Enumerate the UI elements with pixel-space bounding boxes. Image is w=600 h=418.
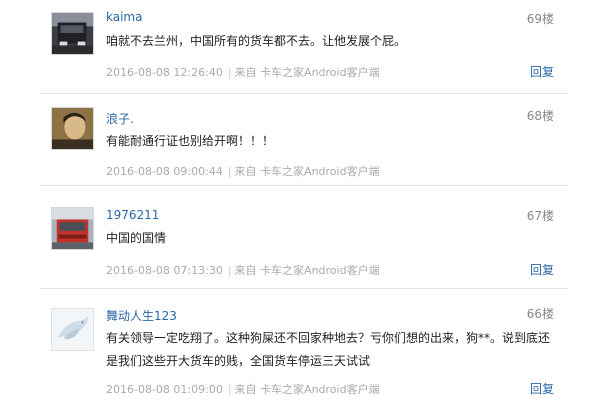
user-avatar[interactable] [51,107,94,150]
floor-number: 68楼 [526,109,554,123]
comment-text: 有能耐通行证也别给开啊！！！ [106,134,275,148]
comment-item: 浪子. 68楼 有能耐通行证也别给开啊！！！ 2016-08-08 09:00:… [40,93,568,186]
floor-number: 67楼 [526,209,554,223]
comment-text: 咱就不去兰州，中国所有的货车都不去。让他发展个屁。 [106,34,407,48]
comment-meta: 2016-08-08 01:09:00 | 来自 卡车之家Android客户端 [106,381,380,397]
floor-number: 66楼 [526,307,554,321]
person-photo-icon [52,108,93,149]
meta-separator: | [227,383,232,396]
username-link[interactable]: 浪子. [106,110,134,127]
timestamp: 2016-08-08 07:13:30 [106,264,223,277]
source-label: 来自 卡车之家Android客户端 [234,165,380,178]
reply-button[interactable]: 回复 [530,380,554,397]
user-avatar[interactable] [51,308,94,351]
username-link[interactable]: 舞动人生123 [106,307,177,324]
red-truck-icon [52,208,93,249]
comment-meta: 2016-08-08 09:00:44 | 来自 卡车之家Android客户端 [106,163,380,179]
comment-meta: 2016-08-08 07:13:30 | 来自 卡车之家Android客户端 [106,262,380,278]
source-label: 来自 卡车之家Android客户端 [234,383,380,396]
comment-text: 中国的国情 [106,231,167,245]
comment-item: 1976211 67楼 中国的国情 2016-08-08 07:13:30 | 来自… [40,185,568,289]
timestamp: 2016-08-08 12:26:40 [106,66,223,79]
user-avatar[interactable] [51,12,94,55]
username-link[interactable]: 1976211 [106,208,159,222]
username-link[interactable]: kaima [106,10,142,24]
comment-item: 舞动人生123 66楼 有关领导一定吃翔了。这种狗屎还不回家种地去？亏你们想的出… [40,288,568,418]
timestamp: 2016-08-08 09:00:44 [106,165,223,178]
source-label: 来自 卡车之家Android客户端 [234,264,380,277]
default-bird-icon [52,309,93,350]
comment-item: kaima 69楼 咱就不去兰州，中国所有的货车都不去。让他发展个屁。 2016… [40,6,568,94]
reply-button[interactable]: 回复 [530,261,554,278]
meta-separator: | [227,66,232,79]
meta-separator: | [227,264,232,277]
timestamp: 2016-08-08 01:09:00 [106,383,223,396]
truck-photo-icon [52,13,93,54]
comment-text: 有关领导一定吃翔了。这种狗屎还不回家种地去？亏你们想的出来，狗**。说到底还是我… [106,331,551,368]
user-avatar[interactable] [51,207,94,250]
meta-separator: | [227,165,232,178]
comment-meta: 2016-08-08 12:26:40 | 来自 卡车之家Android客户端 [106,64,380,80]
source-label: 来自 卡车之家Android客户端 [234,66,380,79]
reply-button[interactable]: 回复 [530,63,554,80]
floor-number: 69楼 [526,12,554,26]
